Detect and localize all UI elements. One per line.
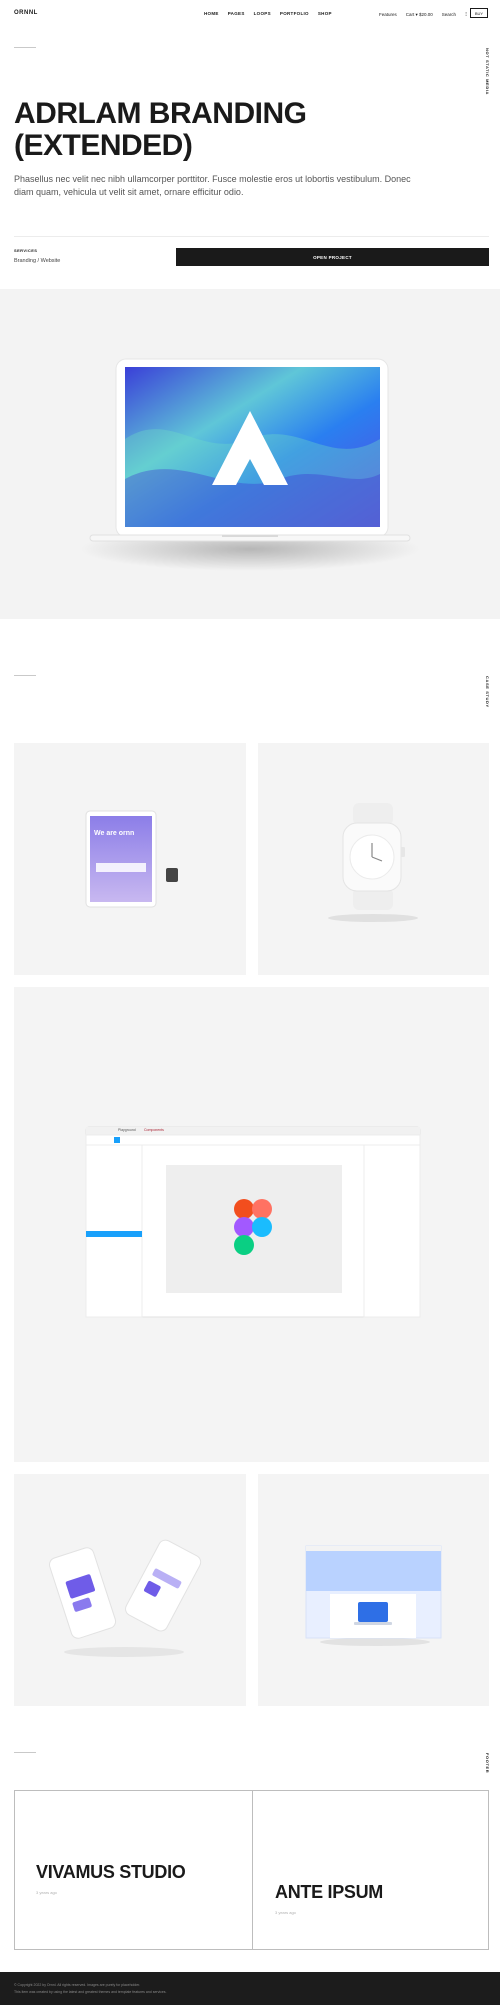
site-footer: © Copyright 2022 by Ornnl. All rights re… (0, 1972, 500, 2005)
gallery-tile-watch[interactable] (258, 743, 489, 975)
nav-item-loops[interactable]: LOOPS (254, 11, 271, 16)
page-title: ADRLAM BRANDING (EXTENDED) (14, 97, 307, 162)
services-value: Branding / Website (14, 258, 61, 264)
gallery-tile-figma[interactable]: Playground Components (14, 987, 489, 1462)
figma-app-mockup (85, 1126, 421, 1318)
divider (14, 236, 489, 237)
figma-tab-components: Components (144, 1128, 164, 1132)
features-link[interactable]: Features (379, 12, 397, 17)
next-projects-divider (252, 1790, 253, 1950)
site-logo[interactable]: ORNNL (14, 10, 38, 16)
next-project-title[interactable]: ANTE IPSUM (275, 1882, 455, 1902)
next-project-time: 3 years ago (275, 1910, 296, 1915)
section-divider (14, 47, 36, 48)
gallery-tile-tablet[interactable]: We are ornn (14, 743, 246, 975)
tablet-headline: We are ornn (94, 830, 135, 837)
gallery-tile-phones[interactable] (14, 1474, 246, 1706)
nav-item-portfolio[interactable]: PORTFOLIO (280, 11, 309, 16)
buy-button[interactable]: BUY (470, 8, 488, 18)
section-divider (14, 675, 36, 676)
nav-item-home[interactable]: HOME (204, 11, 219, 16)
next-project-ante[interactable]: ANTE IPSUM 3 years ago (275, 1882, 455, 1915)
cart-link[interactable]: Cart ▾ $20.00 (406, 12, 433, 18)
figma-tab-playground: Playground (118, 1128, 136, 1132)
section-divider (14, 1752, 36, 1753)
project-description: Phasellus nec velit nec nibh ullamcorper… (14, 174, 411, 197)
phones-mockup (48, 1539, 202, 1657)
nav-item-shop[interactable]: SHOP (318, 11, 332, 16)
gallery-tile-blog[interactable] (258, 1474, 489, 1706)
footer-credits: This item was created by using the lates… (14, 1990, 167, 1994)
tablet-mockup (85, 810, 178, 908)
vertical-label: NOT STATIC MEDIA (485, 48, 490, 96)
footer-copyright: © Copyright 2022 by Ornnl. All rights re… (14, 1983, 141, 1987)
menu-icon[interactable]: ⁝ (465, 11, 467, 18)
next-project-title[interactable]: VIVAMUS STUDIO (36, 1862, 196, 1882)
services-label: SERVICES (14, 248, 38, 253)
next-project-time: 3 years ago (36, 1890, 57, 1895)
vertical-label: FOOTER (485, 1753, 490, 1774)
hero-image-band (0, 289, 500, 619)
open-project-button[interactable]: OPEN PROJECT (176, 248, 489, 266)
vertical-label: CASE STUDY (485, 676, 490, 708)
laptop-mockup (80, 358, 420, 571)
search-link[interactable]: Search (442, 12, 456, 17)
main-nav: HOME PAGES LOOPS PORTFOLIO SHOP (204, 11, 332, 16)
nav-item-pages[interactable]: PAGES (228, 11, 245, 16)
next-project-vivamus[interactable]: VIVAMUS STUDIO 3 years ago (36, 1862, 196, 1895)
blog-mockup (305, 1545, 442, 1646)
header-utilities: Features Cart ▾ $20.00 Search ⁝ (379, 11, 467, 19)
watch-mockup (328, 803, 418, 922)
